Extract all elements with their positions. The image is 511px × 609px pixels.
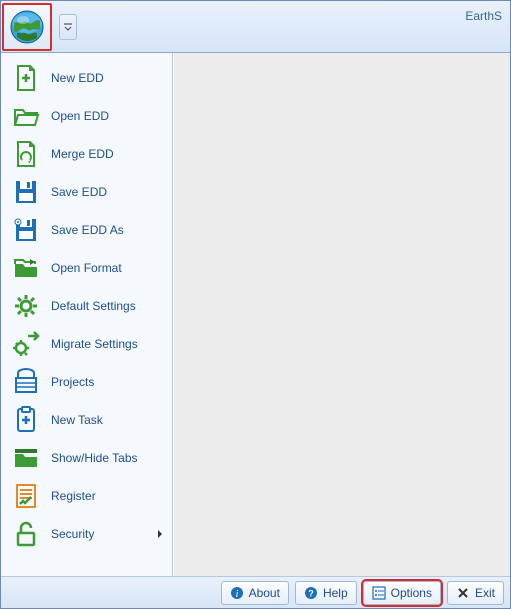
migrate-icon xyxy=(11,329,41,359)
menu-show-hide-tabs[interactable]: Show/Hide Tabs xyxy=(1,439,172,477)
menu-projects[interactable]: Projects xyxy=(1,363,172,401)
save-icon xyxy=(11,177,41,207)
menu-new-task[interactable]: New Task xyxy=(1,401,172,439)
menu-label: New Task xyxy=(51,413,164,427)
chevron-right-icon xyxy=(156,530,164,538)
application-menu: New EDD Open EDD Merge EDD Save EDD xyxy=(1,53,173,576)
button-label: Help xyxy=(323,586,348,600)
menu-label: Open EDD xyxy=(51,109,164,123)
menu-label: Register xyxy=(51,489,164,503)
button-label: About xyxy=(249,586,280,600)
menu-save-edd[interactable]: Save EDD xyxy=(1,173,172,211)
projects-icon xyxy=(11,367,41,397)
menu-save-edd-as[interactable]: Save EDD As xyxy=(1,211,172,249)
help-icon: ? xyxy=(304,586,318,600)
menu-label: Merge EDD xyxy=(51,147,164,161)
button-label: Exit xyxy=(475,586,495,600)
lock-open-icon xyxy=(11,519,41,549)
menu-label: Projects xyxy=(51,375,164,389)
info-icon: i xyxy=(230,586,244,600)
register-icon xyxy=(11,481,41,511)
menu-label: Save EDD xyxy=(51,185,164,199)
titlebar: EarthS xyxy=(1,1,510,53)
menu-label: Migrate Settings xyxy=(51,337,164,351)
menu-open-edd[interactable]: Open EDD xyxy=(1,97,172,135)
chevron-down-icon xyxy=(63,22,73,32)
options-icon xyxy=(372,586,386,600)
new-file-icon xyxy=(11,63,41,93)
menu-migrate-settings[interactable]: Migrate Settings xyxy=(1,325,172,363)
open-folder-icon xyxy=(11,101,41,131)
menu-label: Show/Hide Tabs xyxy=(51,451,164,465)
app-window: EarthS New EDD Open EDD Merge EDD xyxy=(0,0,511,609)
new-task-icon xyxy=(11,405,41,435)
menu-label: Security xyxy=(51,527,156,541)
menu-open-format[interactable]: Open Format xyxy=(1,249,172,287)
globe-icon xyxy=(9,9,45,45)
window-title: EarthS xyxy=(465,9,502,23)
merge-icon xyxy=(11,139,41,169)
menu-label: New EDD xyxy=(51,71,164,85)
app-menu-button[interactable] xyxy=(2,3,52,51)
menu-body: New EDD Open EDD Merge EDD Save EDD xyxy=(1,53,510,576)
help-button[interactable]: ? Help xyxy=(295,581,357,605)
menu-merge-edd[interactable]: Merge EDD xyxy=(1,135,172,173)
menu-label: Default Settings xyxy=(51,299,164,313)
exit-button[interactable]: Exit xyxy=(447,581,504,605)
svg-text:?: ? xyxy=(308,588,314,598)
close-icon xyxy=(456,586,470,600)
tabs-icon xyxy=(11,443,41,473)
options-button[interactable]: Options xyxy=(363,581,441,605)
menu-label: Open Format xyxy=(51,261,164,275)
menu-security[interactable]: Security xyxy=(1,515,172,553)
menu-new-edd[interactable]: New EDD xyxy=(1,59,172,97)
save-as-icon xyxy=(11,215,41,245)
open-format-icon xyxy=(11,253,41,283)
menu-register[interactable]: Register xyxy=(1,477,172,515)
menu-default-settings[interactable]: Default Settings xyxy=(1,287,172,325)
menu-content-pane xyxy=(173,53,510,576)
button-label: Options xyxy=(391,586,432,600)
gear-icon xyxy=(11,291,41,321)
quick-access-dropdown[interactable] xyxy=(59,14,77,40)
about-button[interactable]: i About xyxy=(221,581,289,605)
menu-footer: i About ? Help Options Exit xyxy=(1,576,510,608)
menu-label: Save EDD As xyxy=(51,223,164,237)
svg-text:i: i xyxy=(235,589,238,600)
